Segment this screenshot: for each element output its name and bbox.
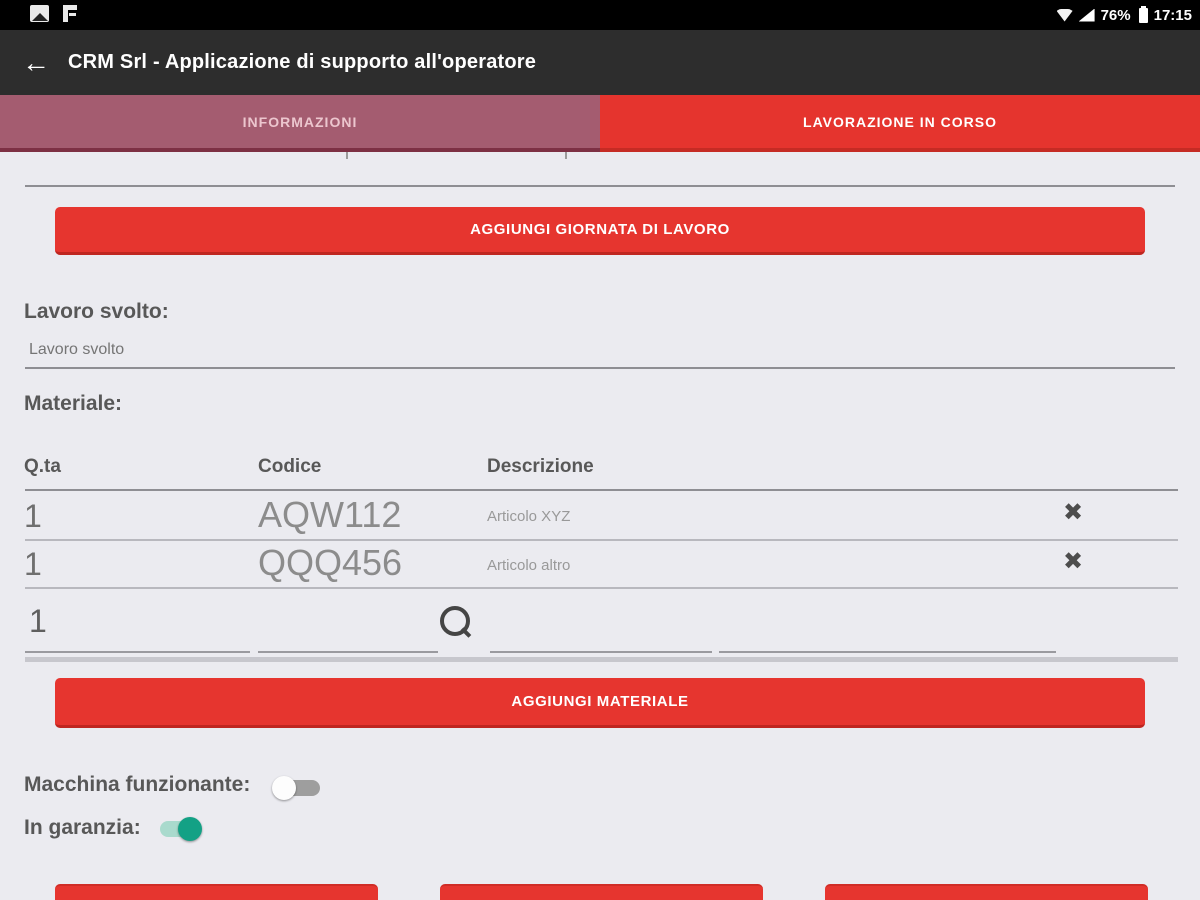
tab-bar: INFORMAZIONI LAVORAZIONE IN CORSO	[0, 95, 1200, 152]
bottom-action-button-3[interactable]	[825, 884, 1148, 900]
header-underline	[25, 489, 1178, 491]
search-icon[interactable]	[440, 606, 470, 636]
status-bar: 76% 17:15	[0, 0, 1200, 30]
clipped-field-underline	[25, 185, 1175, 187]
table-bottom-border	[25, 657, 1178, 662]
row-divider	[25, 539, 1178, 541]
tab-informazioni[interactable]: INFORMAZIONI	[0, 95, 600, 152]
battery-icon	[1138, 5, 1148, 23]
add-material-label: AGGIUNGI MATERIALE	[511, 693, 689, 710]
add-material-button[interactable]: AGGIUNGI MATERIALE	[55, 678, 1145, 728]
bottom-action-button-1[interactable]	[55, 884, 378, 900]
work-done-underline	[25, 367, 1175, 369]
battery-percent: 76%	[1100, 6, 1131, 24]
new-extra-underline[interactable]	[719, 651, 1056, 653]
work-done-input[interactable]	[27, 340, 1176, 360]
toggle-thumb	[272, 776, 296, 800]
machine-working-toggle[interactable]	[272, 775, 320, 801]
work-done-label: Lavoro svolto:	[24, 300, 169, 323]
tab-informazioni-label: INFORMAZIONI	[242, 113, 358, 130]
clipped-text-remnant	[346, 152, 348, 159]
column-header-code: Codice	[258, 456, 322, 477]
wifi-icon	[1056, 8, 1073, 22]
new-description-underline[interactable]	[490, 651, 712, 653]
new-qty-underline	[25, 651, 250, 653]
row2-qty[interactable]: 1	[24, 546, 42, 583]
add-workday-label: AGGIUNGI GIORNATA DI LAVORO	[470, 221, 730, 238]
row-divider	[25, 587, 1178, 589]
column-header-description: Descrizione	[487, 456, 594, 477]
machine-working-label: Macchina funzionante:	[24, 773, 251, 796]
app-notification-icon	[63, 5, 77, 22]
app-bar: ← CRM Srl - Applicazione di supporto all…	[0, 30, 1200, 95]
row1-code[interactable]: AQW112	[258, 494, 401, 536]
new-code-underline[interactable]	[258, 651, 438, 653]
warranty-label: In garanzia:	[24, 816, 141, 839]
bottom-action-button-2[interactable]	[440, 884, 763, 900]
row1-description: Articolo XYZ	[487, 508, 571, 525]
row2-code[interactable]: QQQ456	[258, 542, 402, 584]
new-qty-input[interactable]	[27, 602, 251, 641]
cell-signal-icon	[1078, 8, 1095, 22]
app-screen: 76% 17:15 ← CRM Srl - Applicazione di su…	[0, 0, 1200, 900]
tab-lavorazione-label: LAVORAZIONE IN CORSO	[803, 113, 997, 130]
row2-delete-icon[interactable]: ✖	[1063, 550, 1083, 574]
material-label: Materiale:	[24, 392, 123, 415]
page-title: CRM Srl - Applicazione di supporto all'o…	[68, 51, 537, 73]
row2-description: Articolo altro	[487, 557, 571, 574]
screenshot-notification-icon	[30, 5, 49, 22]
clipped-text-remnant	[565, 152, 567, 159]
tab-lavorazione-in-corso[interactable]: LAVORAZIONE IN CORSO	[600, 95, 1200, 152]
warranty-toggle[interactable]	[160, 816, 208, 842]
column-header-qty: Q.ta	[24, 456, 61, 477]
clock: 17:15	[1153, 6, 1192, 24]
back-arrow-icon[interactable]: ←	[22, 48, 56, 77]
toggle-thumb	[178, 817, 202, 841]
row1-delete-icon[interactable]: ✖	[1063, 501, 1083, 525]
add-workday-button[interactable]: AGGIUNGI GIORNATA DI LAVORO	[55, 207, 1145, 255]
row1-qty[interactable]: 1	[24, 498, 42, 535]
